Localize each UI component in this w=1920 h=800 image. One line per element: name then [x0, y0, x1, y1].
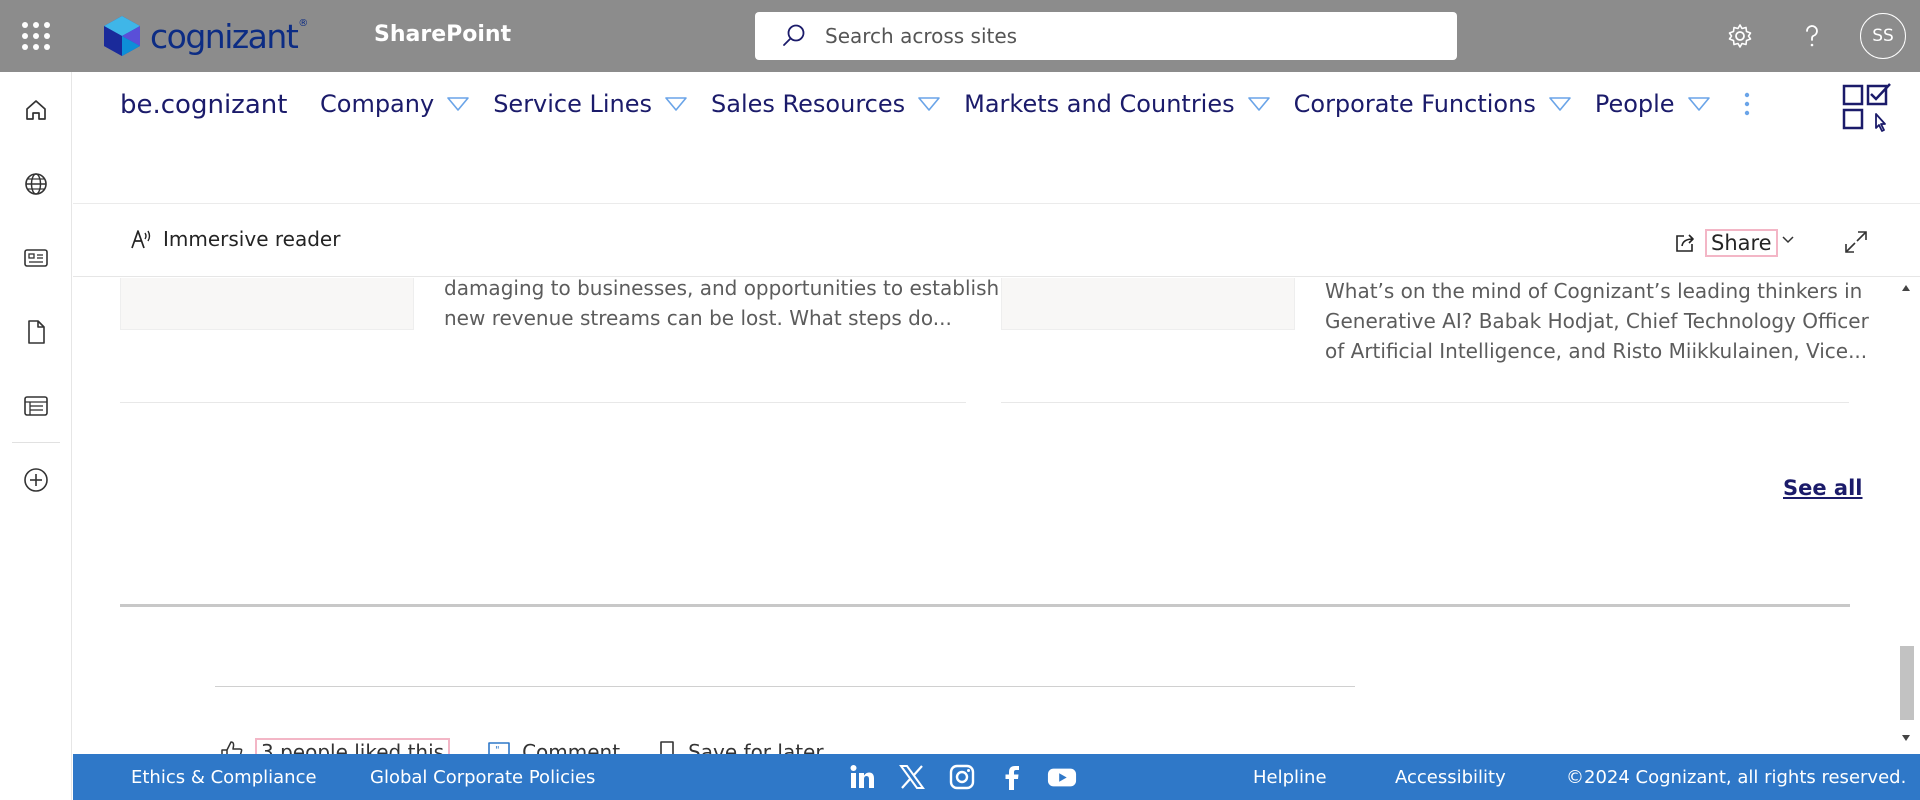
left-app-bar	[0, 72, 72, 800]
share-label: Share	[1705, 229, 1778, 257]
footer-copyright: ©2024 Cognizant, all rights reserved.	[1566, 767, 1907, 788]
search-box[interactable]: Search across sites	[755, 12, 1457, 60]
triangle-down-icon	[1549, 97, 1571, 111]
triangle-down-icon	[665, 97, 687, 111]
footer-link-ethics-compliance[interactable]: Ethics & Compliance	[131, 767, 317, 788]
triangle-down-icon	[1687, 97, 1710, 111]
card-divider	[120, 402, 966, 403]
nav-label: People	[1594, 90, 1675, 118]
site-footer: Ethics & Compliance Global Corporate Pol…	[73, 754, 1920, 800]
news-card-thumbnail[interactable]	[120, 278, 414, 330]
files-document-icon[interactable]	[18, 314, 54, 350]
thumbs-up-icon	[221, 741, 243, 754]
svg-text:": "	[495, 745, 500, 754]
nav-item-sales-resources[interactable]: Sales Resources	[711, 90, 940, 118]
card-divider	[1001, 402, 1849, 403]
comment-icon: "	[488, 742, 510, 754]
home-icon[interactable]	[18, 92, 54, 128]
triangle-down-icon	[1247, 97, 1270, 111]
triangle-down-icon	[918, 97, 940, 111]
vertical-scrollbar[interactable]	[1893, 278, 1920, 754]
nav-more-vertical-ellipsis-icon[interactable]	[1742, 91, 1752, 117]
nav-label: Company	[320, 90, 435, 118]
create-add-icon[interactable]	[18, 462, 54, 498]
footer-link-global-corporate-policies[interactable]: Global Corporate Policies	[370, 767, 595, 788]
suite-bar: cognizant ® SharePoint Search across sit…	[0, 0, 1920, 72]
section-divider	[120, 604, 1850, 607]
nav-label: Corporate Functions	[1293, 90, 1536, 118]
brand-trademark: ®	[298, 18, 309, 29]
like-button[interactable]: 3 people liked this	[219, 738, 451, 754]
comment-label: Comment	[522, 740, 621, 754]
brand-name: cognizant	[150, 16, 299, 56]
page-command-bar: Immersive reader Share	[73, 205, 1920, 277]
nav-item-markets-and-countries[interactable]: Markets and Countries	[964, 90, 1270, 118]
instagram-icon[interactable]	[947, 762, 977, 792]
settings-gear-icon[interactable]	[1722, 18, 1758, 54]
footer-link-helpline[interactable]: Helpline	[1253, 767, 1327, 788]
youtube-icon[interactable]	[1047, 762, 1077, 792]
nav-item-company[interactable]: Company	[320, 90, 469, 118]
nav-label: Markets and Countries	[964, 90, 1235, 118]
site-title[interactable]: be.cognizant	[120, 90, 287, 120]
facebook-icon[interactable]	[997, 762, 1027, 792]
immersive-reader-icon	[131, 230, 151, 249]
nav-item-service-lines[interactable]: Service Lines	[493, 90, 687, 118]
bookmark-icon	[660, 741, 674, 754]
comment-button[interactable]: " Comment	[486, 739, 620, 754]
news-card-description[interactable]: damaging to businesses, and opportunitie…	[444, 278, 999, 333]
see-all-link[interactable]: See all	[1783, 476, 1863, 500]
scroll-up-arrow-icon[interactable]	[1901, 284, 1911, 292]
news-card-line: new revenue streams can be lost. What st…	[444, 306, 952, 330]
page-content: damaging to businesses, and opportunitie…	[73, 278, 1893, 754]
linkedin-icon[interactable]	[847, 762, 877, 792]
nav-label: Service Lines	[493, 90, 653, 118]
likes-count-label[interactable]: 3 people liked this	[255, 738, 451, 754]
scroll-down-arrow-icon[interactable]	[1901, 734, 1911, 742]
news-icon[interactable]	[18, 240, 54, 276]
news-card-line: What’s on the mind of Cognizant’s leadin…	[1325, 279, 1863, 303]
sites-globe-icon[interactable]	[18, 166, 54, 202]
news-card-line: of Artificial Intelligence, and Risto Mi…	[1325, 339, 1868, 363]
news-card-thumbnail[interactable]	[1001, 278, 1295, 330]
search-placeholder: Search across sites	[825, 24, 1018, 48]
immersive-reader-label: Immersive reader	[163, 227, 341, 251]
news-card-line: damaging to businesses, and opportunitie…	[444, 278, 1000, 300]
hub-navigation: Company Service Lines Sales Resources Ma…	[320, 90, 1752, 118]
social-actions-bar: 3 people liked this " Comment Save for l…	[219, 738, 860, 754]
immersive-reader-button[interactable]: Immersive reader	[129, 227, 340, 251]
nav-label: Sales Resources	[711, 90, 906, 118]
news-card-description[interactable]: What’s on the mind of Cognizant’s leadin…	[1325, 278, 1869, 366]
help-question-icon[interactable]	[1794, 18, 1830, 54]
share-button[interactable]: Share	[1673, 229, 1778, 257]
apps-grid-checklist-icon[interactable]	[1840, 80, 1896, 136]
news-card-line: Generative AI? Babak Hodjat, Chief Techn…	[1325, 309, 1869, 333]
app-launcher-waffle-icon[interactable]	[20, 20, 50, 50]
app-bar-divider	[12, 442, 60, 443]
cognizant-logo-mark-icon	[104, 16, 140, 56]
site-header: be.cognizant Company Service Lines Sales…	[73, 72, 1920, 242]
cognizant-logo[interactable]: cognizant ®	[100, 14, 308, 58]
user-avatar[interactable]: SS	[1860, 13, 1906, 59]
chevron-down-icon[interactable]	[1781, 235, 1795, 245]
triangle-down-icon	[447, 97, 469, 111]
footer-link-accessibility[interactable]: Accessibility	[1395, 767, 1506, 788]
search-icon	[783, 24, 805, 46]
nav-item-people[interactable]: People	[1595, 90, 1710, 118]
nav-item-corporate-functions[interactable]: Corporate Functions	[1294, 90, 1571, 118]
suite-app-title[interactable]: SharePoint	[374, 22, 511, 47]
save-for-later-button[interactable]: Save for later	[656, 739, 824, 754]
comments-divider	[215, 686, 1355, 687]
x-icon[interactable]	[897, 762, 927, 792]
footer-social-links	[847, 762, 1097, 792]
scrollbar-thumb[interactable]	[1900, 646, 1914, 720]
share-icon	[1676, 234, 1694, 252]
lists-icon[interactable]	[18, 388, 54, 424]
save-for-later-label: Save for later	[688, 740, 824, 754]
expand-fullscreen-icon[interactable]	[1843, 229, 1869, 255]
